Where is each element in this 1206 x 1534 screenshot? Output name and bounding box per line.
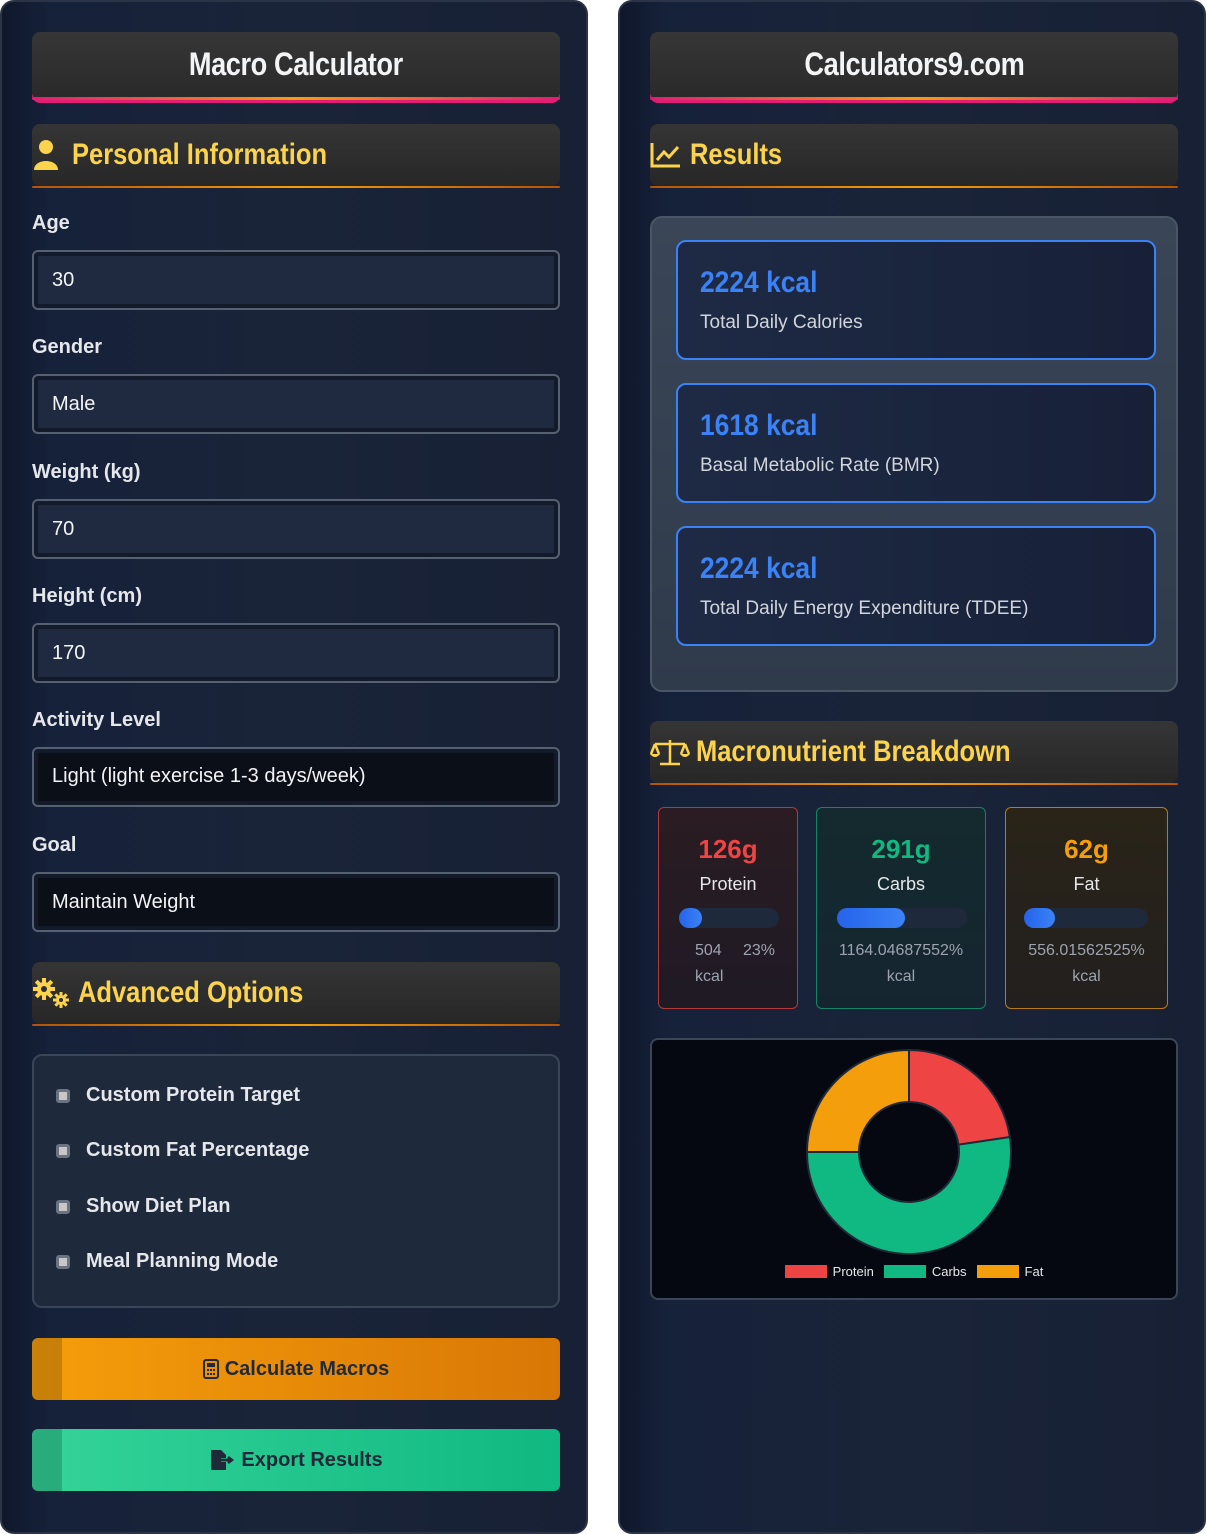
macro-breakdown-header: Macronutrient Breakdown [650,721,1178,785]
total-calories-value: 2224 kcal [700,266,818,299]
calculate-macros-button[interactable]: Calculate Macros [32,1338,560,1400]
results-panel: Calculators9.com Results 2224 kcal Total… [618,0,1206,1534]
protein-name: Protein [699,874,757,894]
checkbox-icon[interactable] [56,1199,70,1214]
custom-protein-checkbox[interactable]: Custom Protein Target [56,1084,300,1107]
total-calories-card: 2224 kcal Total Daily Calories [676,240,1156,360]
site-title: Calculators9.com [804,46,1024,82]
custom-fat-checkbox[interactable]: Custom Fat Percentage [56,1139,309,1162]
age-input[interactable]: 30 [32,250,560,310]
checkbox-icon[interactable] [56,1088,70,1103]
export-results-label: Export Results [241,1448,383,1471]
macro-donut-chart [805,1048,1012,1255]
carbs-kcal-unit: kcal [886,968,916,985]
protein-kcal: 504 [695,942,722,959]
activity-select[interactable]: Light (light exercise 1-3 days/week) [32,747,560,807]
checkbox-icon[interactable] [56,1143,70,1158]
fat-kcal-unit: kcal [1072,968,1101,985]
meal-planning-label: Meal Planning Mode [86,1250,279,1272]
legend-label: Protein [832,1264,874,1279]
macro-breakdown-title: Macronutrient Breakdown [696,735,1011,768]
personal-info-title: Personal Information [72,138,328,171]
site-title-bar: Calculators9.com [650,32,1178,100]
protein-kcal-unit: kcal [695,968,724,985]
results-title: Results [690,138,783,171]
gender-select[interactable]: Male [32,374,560,434]
fat-kcal: 556.01562525% [1028,942,1145,959]
carbs-card: 291g Carbs 1164.04687552% kcal [816,807,986,1009]
height-label: Height (cm) [32,585,142,607]
protein-grams: 126g [698,834,758,864]
goal-label: Goal [32,834,77,856]
legend-item-fat[interactable]: Fat [976,1264,1044,1279]
tdee-value: 2224 kcal [700,552,818,585]
chart-legend: Protein Carbs Fat [652,1264,1176,1279]
calculator-title-bar: Macro Calculator [32,32,560,100]
tdee-card: 2224 kcal Total Daily Energy Expenditure… [676,526,1156,646]
fat-progress-fill [1024,908,1055,928]
results-header: Results [650,124,1178,188]
goal-select[interactable]: Maintain Weight [32,872,560,932]
protein-progress-bar [679,908,779,928]
diet-plan-checkbox[interactable]: Show Diet Plan [56,1195,230,1218]
personal-info-header: Personal Information [32,124,560,188]
protein-percent: 23% [743,942,776,959]
advanced-options-title: Advanced Options [78,976,304,1009]
checkbox-icon[interactable] [56,1254,70,1269]
bmr-label: Basal Metabolic Rate (BMR) [700,455,940,476]
carbs-progress-bar [837,908,967,928]
carbs-grams: 291g [871,834,931,864]
legend-swatch [784,1265,827,1278]
legend-item-carbs[interactable]: Carbs [883,1264,967,1279]
legend-swatch [976,1265,1019,1278]
weight-label: Weight (kg) [32,461,141,483]
advanced-options-header: Advanced Options [32,962,560,1026]
carbs-kcal: 1164.04687552% [838,942,964,959]
calculate-macros-label: Calculate Macros [224,1357,390,1380]
activity-label: Activity Level [32,709,161,731]
user-icon [34,140,58,170]
balance-scale-icon [650,740,690,766]
line-chart-icon [650,143,680,168]
carbs-progress-fill [837,908,905,928]
gears-icon [33,978,69,1008]
height-input[interactable]: 170 [32,623,560,683]
diet-plan-label: Show Diet Plan [86,1195,231,1217]
results-box: 2224 kcal Total Daily Calories 1618 kcal… [650,216,1178,692]
custom-protein-label: Custom Protein Target [86,1084,301,1106]
macro-chart-container: Protein Carbs Fat [650,1038,1178,1300]
custom-fat-label: Custom Fat Percentage [86,1139,310,1161]
export-results-button[interactable]: Export Results [32,1429,560,1491]
donut-slice-fat[interactable] [805,1048,910,1153]
weight-input[interactable]: 70 [32,499,560,559]
protein-progress-fill [679,908,702,928]
fat-grams: 62g [1064,834,1109,864]
bmr-value: 1618 kcal [700,409,818,442]
bmr-card: 1618 kcal Basal Metabolic Rate (BMR) [676,383,1156,503]
calculator-icon [202,1359,219,1379]
legend-swatch [883,1265,926,1278]
fat-card: 62g Fat 556.01562525% kcal [1005,807,1168,1009]
tdee-label: Total Daily Energy Expenditure (TDEE) [700,598,1029,619]
fat-progress-bar [1024,908,1148,928]
donut-slice-protein[interactable] [908,1048,1012,1146]
page-title: Macro Calculator [189,46,403,82]
age-label: Age [32,212,70,234]
gender-label: Gender [32,336,103,358]
legend-item-protein[interactable]: Protein [784,1264,874,1279]
total-calories-label: Total Daily Calories [700,312,863,333]
advanced-options-list: Custom Protein Target Custom Fat Percent… [32,1054,560,1308]
protein-card: 126g Protein 504 23% kcal [658,807,798,1009]
donut-slice-carbs[interactable] [805,1135,1012,1255]
file-export-icon [211,1450,235,1470]
legend-label: Carbs [931,1264,967,1279]
calculator-panel: Macro Calculator Personal Information Ag… [0,0,588,1534]
meal-planning-checkbox[interactable]: Meal Planning Mode [56,1250,278,1273]
fat-name: Fat [1073,874,1100,894]
legend-label: Fat [1024,1264,1044,1279]
carbs-name: Carbs [876,874,925,894]
